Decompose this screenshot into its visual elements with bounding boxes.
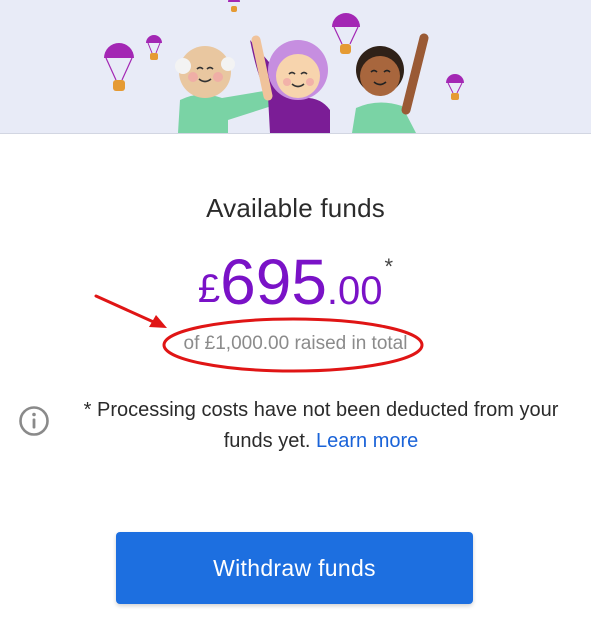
available-funds-title: Available funds	[206, 193, 385, 223]
person-illustration	[352, 33, 429, 133]
amount-cents: .00	[326, 269, 383, 313]
parachute-icon	[104, 43, 134, 91]
available-funds-screen: Available funds £695.00* of £1,000.00 ra…	[0, 0, 591, 622]
celebration-illustration	[104, 0, 464, 133]
withdraw-funds-button[interactable]: Withdraw funds	[116, 532, 473, 604]
raised-total-text: of £1,000.00 raised in total	[183, 333, 408, 354]
celebration-banner	[0, 0, 591, 134]
available-funds-amount: £695.00*	[0, 250, 591, 314]
processing-costs-text: * Processing costs have not been deducte…	[66, 395, 576, 457]
amount-asterisk: *	[384, 254, 394, 279]
parachute-icon	[146, 35, 162, 60]
amount-whole: 695	[220, 246, 327, 318]
learn-more-link[interactable]: Learn more	[316, 430, 418, 452]
parachute-icon	[332, 13, 360, 54]
info-circle-icon	[19, 406, 49, 436]
person-illustration	[250, 35, 330, 133]
currency-symbol: £	[197, 267, 221, 311]
parachute-icon	[228, 0, 240, 12]
parachute-icon	[446, 74, 464, 100]
